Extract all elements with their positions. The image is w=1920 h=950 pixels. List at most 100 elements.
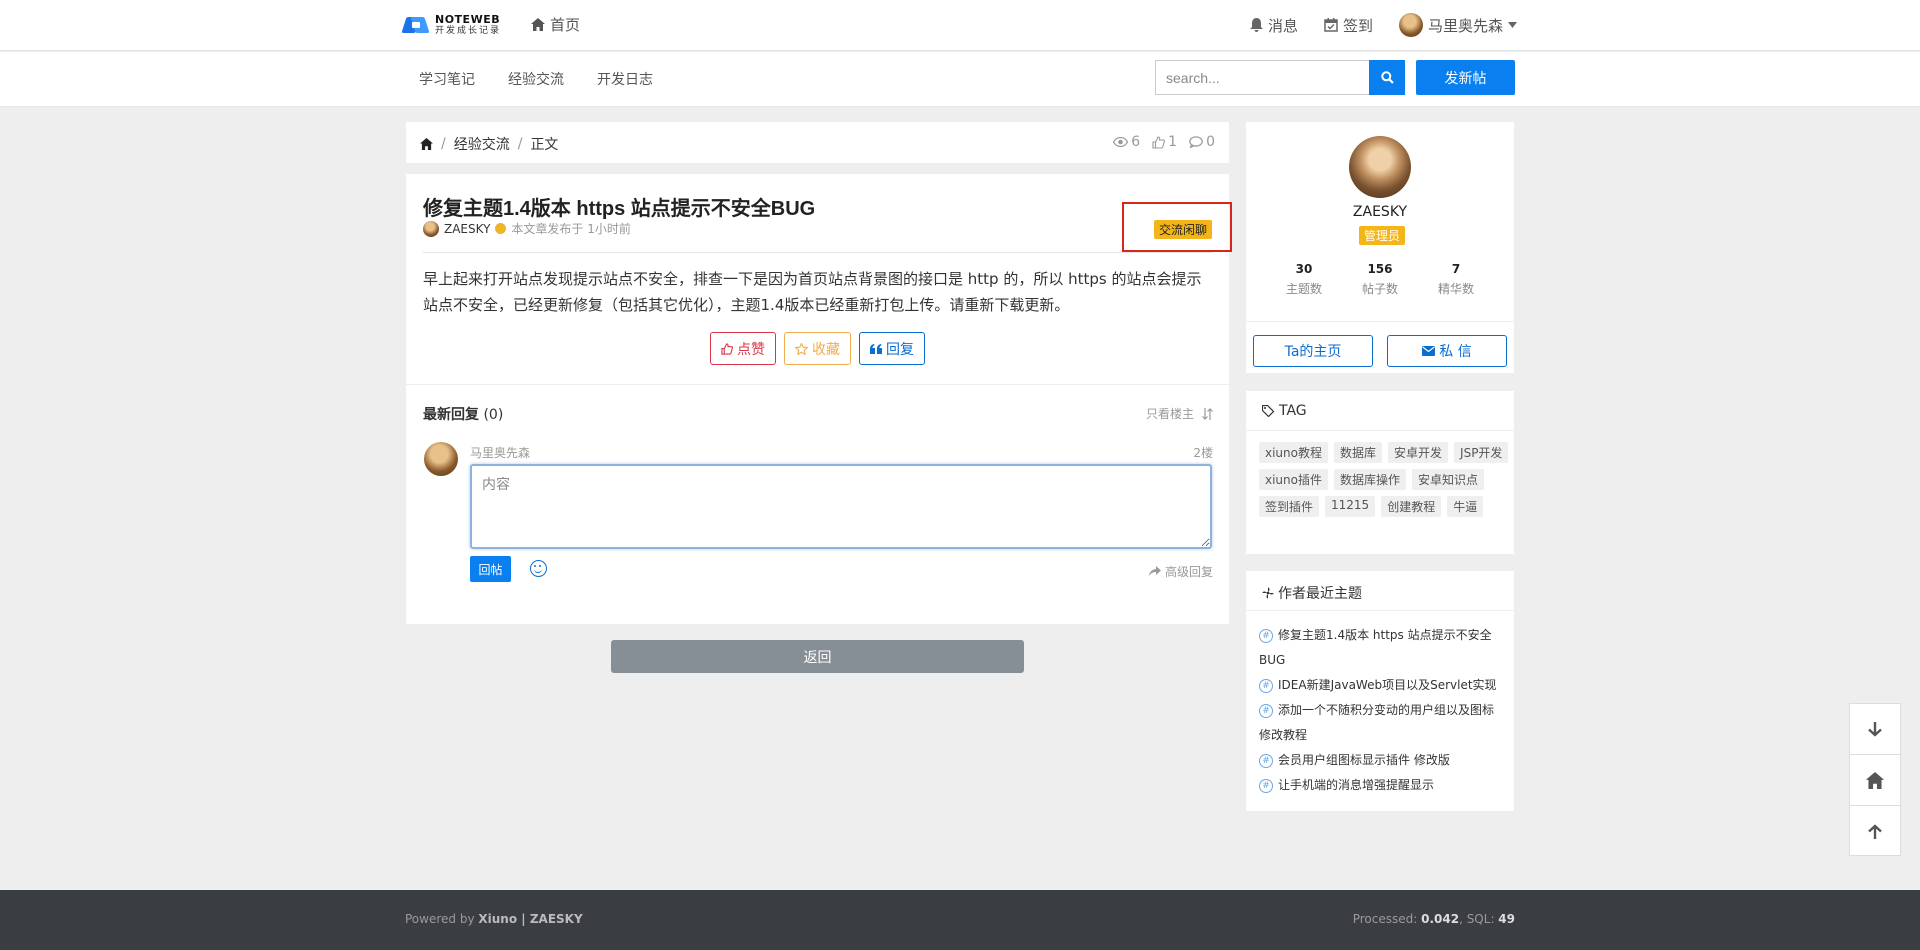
stat-threads: 30 主题数 [1286, 262, 1322, 297]
like-button[interactable]: 点赞 [710, 332, 776, 365]
search-icon [1380, 71, 1394, 84]
recent-thread-item[interactable]: # 让手机端的消息增强提醒显示 [1259, 773, 1504, 798]
recent-heading-label: 作者最近主题 [1278, 586, 1362, 602]
recent-thread-title: IDEA新建JavaWeb项目以及Servlet实现 [1278, 678, 1497, 692]
author-name[interactable]: ZAESKY [444, 222, 490, 236]
tag-item[interactable]: 安卓知识点 [1412, 469, 1485, 490]
forum-nav-devlog[interactable]: 开发日志 [597, 69, 653, 89]
arrow-down-icon [1868, 722, 1882, 737]
replies-heading: 最新回复 (0) [423, 404, 503, 424]
checkin-label: 签到 [1342, 16, 1373, 35]
back-button[interactable]: 返回 [611, 640, 1024, 673]
author-card-name[interactable]: ZAESKY [1246, 204, 1514, 220]
fan-icon [1262, 587, 1274, 599]
replies-heading-label: 最新回复 [423, 407, 479, 423]
recent-thread-item[interactable]: # 修复主题1.4版本 https 站点提示不安全BUG [1259, 623, 1504, 673]
forum-nav-experience[interactable]: 经验交流 [508, 69, 564, 89]
nav-home-link[interactable]: 首页 [531, 14, 580, 35]
divider [1246, 321, 1514, 322]
like-label: 点赞 [737, 341, 765, 358]
user-menu-name: 马里奥先森 [1427, 16, 1503, 35]
category-badge[interactable]: 交流闲聊 [1154, 220, 1213, 239]
site-logo[interactable]: NOTEWEB 开发成长记录 [401, 12, 502, 38]
footer-site-link[interactable]: ZAESKY [530, 912, 583, 926]
user-avatar [1398, 13, 1423, 37]
tag-item[interactable]: xiuno插件 [1259, 469, 1328, 490]
tag-item[interactable]: 11215 [1325, 496, 1376, 517]
new-post-button[interactable]: 发新帖 [1416, 60, 1515, 95]
forum-nav: 学习笔记 经验交流 开发日志 [419, 69, 653, 89]
comments-count: 0 [1206, 134, 1215, 150]
recent-thread-item[interactable]: # 添加一个不随积分变动的用户组以及图标修改教程 [1259, 698, 1504, 748]
messages-link[interactable]: 消息 [1249, 15, 1298, 36]
sql-label: , SQL: [1459, 912, 1499, 926]
submit-reply-button[interactable]: 回帖 [470, 556, 511, 582]
forum-nav-notes[interactable]: 学习笔记 [419, 69, 475, 89]
tag-panel: TAG xiuno教程 数据库 安卓开发 JSP开发 xiuno插件 数据库操作… [1246, 391, 1514, 554]
share-icon [1149, 566, 1162, 576]
reply-button[interactable]: 回复 [859, 332, 925, 365]
tag-item[interactable]: JSP开发 [1454, 442, 1509, 463]
recent-thread-title: 会员用户组图标显示插件 修改版 [1278, 753, 1450, 767]
search-input[interactable] [1155, 60, 1369, 95]
tag-item[interactable]: 牛逼 [1447, 496, 1484, 517]
article-meta: ZAESKY 本文章发布于 1小时前 [423, 220, 631, 237]
favorite-button[interactable]: 收藏 [784, 332, 851, 365]
private-message-button[interactable]: 私 信 [1387, 335, 1507, 367]
tag-item[interactable]: xiuno教程 [1259, 442, 1328, 463]
breadcrumb-panel: / 经验交流 / 正文 6 1 0 [406, 122, 1229, 163]
sql-value: 49 [1498, 912, 1515, 926]
likes-stat: 1 [1152, 134, 1177, 150]
scroll-up-button[interactable] [1850, 806, 1900, 857]
author-homepage-button[interactable]: Ta的主页 [1253, 335, 1373, 367]
logo-subtitle: 开发成长记录 [435, 26, 502, 36]
private-message-label: 私 信 [1439, 344, 1472, 360]
tag-item[interactable]: 创建教程 [1381, 496, 1442, 517]
recent-thread-item[interactable]: # 会员用户组图标显示插件 修改版 [1259, 748, 1504, 773]
divider [1246, 430, 1514, 431]
quote-icon [870, 343, 882, 354]
tag-item[interactable]: 安卓开发 [1388, 442, 1449, 463]
home-icon[interactable] [420, 138, 433, 150]
favorite-label: 收藏 [812, 341, 840, 358]
nav-home-label: 首页 [550, 16, 581, 34]
stat-digest-label: 精华数 [1437, 282, 1474, 296]
go-home-button[interactable] [1850, 755, 1900, 806]
search-form [1155, 60, 1405, 95]
breadcrumb-category[interactable]: 经验交流 [454, 134, 510, 154]
article-content: 早上起来打开站点发现提示站点不安全，排查一下是因为首页站点背景图的接口是 htt… [423, 270, 1202, 314]
recent-thread-list: # 修复主题1.4版本 https 站点提示不安全BUG # IDEA新建JavaW… [1259, 623, 1504, 798]
user-menu[interactable]: 马里奥先森 [1398, 13, 1517, 37]
logo-title: NOTEWEB [435, 13, 501, 26]
checkin-link[interactable]: 签到 [1324, 15, 1373, 36]
emoji-icon[interactable] [530, 560, 547, 577]
reply-avatar [424, 442, 458, 476]
footer: Powered by Xiuno | ZAESKY Processed: 0.0… [0, 890, 1920, 950]
recent-thread-item[interactable]: # IDEA新建JavaWeb项目以及Servlet实现 [1259, 673, 1504, 698]
author-homepage-label: Ta的主页 [1284, 344, 1342, 360]
search-button[interactable] [1369, 60, 1405, 95]
hashtag-icon: # [1259, 703, 1273, 718]
footer-xiuno-link[interactable]: Xiuno [478, 912, 517, 926]
only-author-toggle[interactable]: 只看楼主 [1146, 405, 1194, 422]
reply-textarea[interactable] [470, 464, 1212, 549]
sub-navbar: 学习笔记 经验交流 开发日志 发新帖 [0, 52, 1920, 107]
footer-powered: Powered by Xiuno | ZAESKY [405, 912, 583, 926]
likes-count: 1 [1168, 134, 1178, 150]
logo-icon [401, 13, 430, 37]
stat-threads-label: 主题数 [1285, 282, 1322, 296]
tag-heading-label: TAG [1279, 403, 1307, 419]
stat-digest-num: 7 [1451, 262, 1461, 276]
author-avatar[interactable] [423, 220, 439, 237]
hashtag-icon: # [1259, 753, 1273, 768]
scroll-down-button[interactable] [1850, 704, 1900, 755]
author-card-avatar[interactable] [1349, 136, 1411, 198]
messages-label: 消息 [1267, 16, 1298, 35]
advanced-reply-link[interactable]: 高级回复 [1149, 563, 1213, 580]
sort-icon[interactable] [1202, 407, 1213, 420]
reply-label: 回复 [886, 341, 914, 358]
footer-processed: Processed: 0.042, SQL: 49 [1353, 912, 1515, 926]
tag-item[interactable]: 数据库操作 [1334, 469, 1407, 490]
tag-item[interactable]: 签到插件 [1259, 496, 1320, 517]
tag-item[interactable]: 数据库 [1334, 442, 1383, 463]
